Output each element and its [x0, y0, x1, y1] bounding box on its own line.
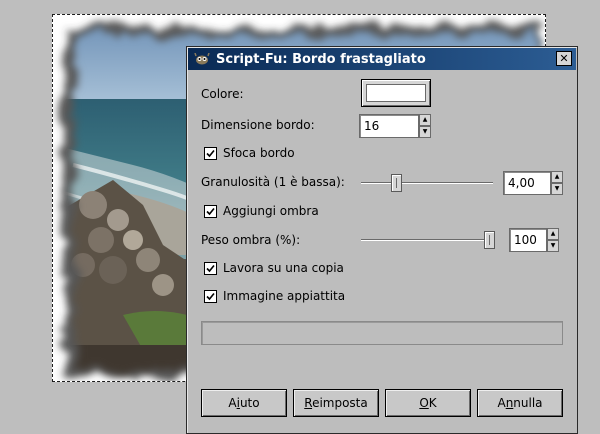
checkmark-icon	[206, 264, 215, 273]
shadow-weight-slider[interactable]	[361, 231, 495, 249]
border-size-field[interactable]: 16	[359, 114, 419, 138]
blur-border-label: Sfoca bordo	[223, 146, 295, 160]
close-button[interactable]: ✕	[556, 51, 572, 66]
slider-thumb[interactable]	[484, 231, 495, 249]
shadow-weight-spinner[interactable]: 100 ▲ ▼	[509, 228, 559, 252]
ok-button[interactable]: OK	[385, 389, 471, 417]
shadow-weight-label: Peso ombra (%):	[201, 233, 301, 247]
granularity-label: Granulosità (1 è bassa):	[201, 175, 345, 189]
help-button-label: Aiuto	[228, 396, 260, 410]
arrow-up-icon[interactable]: ▲	[551, 171, 563, 183]
ok-button-label: OK	[419, 396, 437, 410]
work-on-copy-label: Lavora su una copia	[223, 261, 344, 275]
reset-button[interactable]: Reimposta	[293, 389, 379, 417]
cancel-button-label: Annulla	[497, 396, 543, 410]
arrow-down-icon[interactable]: ▼	[419, 126, 431, 138]
arrow-up-icon[interactable]: ▲	[547, 228, 559, 240]
reset-button-label: Reimposta	[304, 396, 368, 410]
color-label: Colore:	[201, 87, 244, 101]
slider-track	[361, 182, 493, 184]
gimp-wilber-icon	[193, 52, 211, 66]
granularity-spinner[interactable]: 4,00 ▲ ▼	[503, 171, 563, 195]
color-swatch	[366, 84, 426, 102]
close-icon: ✕	[559, 52, 569, 65]
checkmark-icon	[206, 149, 215, 158]
blur-border-checkbox[interactable]	[204, 147, 217, 160]
jagged-border-dialog: Script-Fu: Bordo frastagliato ✕ Colore: …	[186, 46, 578, 434]
color-picker-button[interactable]	[361, 79, 431, 107]
arrow-up-icon[interactable]: ▲	[419, 114, 431, 126]
work-on-copy-checkbox[interactable]	[204, 262, 217, 275]
arrow-down-icon[interactable]: ▼	[551, 183, 563, 195]
add-shadow-checkbox[interactable]	[204, 205, 217, 218]
border-size-spinner[interactable]: 16 ▲ ▼	[359, 114, 431, 138]
slider-track	[361, 239, 495, 241]
dialog-titlebar[interactable]: Script-Fu: Bordo frastagliato ✕	[188, 48, 576, 70]
help-button[interactable]: Aiuto	[201, 389, 287, 417]
flatten-image-label: Immagine appiattita	[223, 289, 346, 303]
progress-bar	[201, 321, 563, 345]
dialog-title: Script-Fu: Bordo frastagliato	[216, 51, 426, 67]
granularity-slider[interactable]	[361, 174, 493, 192]
border-size-label: Dimensione bordo:	[201, 118, 315, 132]
checkmark-icon	[206, 207, 215, 216]
shadow-weight-field[interactable]: 100	[509, 228, 547, 252]
checkmark-icon	[206, 292, 215, 301]
cancel-button[interactable]: Annulla	[477, 389, 563, 417]
add-shadow-label: Aggiungi ombra	[223, 204, 319, 218]
arrow-down-icon[interactable]: ▼	[547, 240, 559, 252]
granularity-field[interactable]: 4,00	[503, 171, 551, 195]
slider-thumb[interactable]	[391, 174, 402, 192]
flatten-image-checkbox[interactable]	[204, 290, 217, 303]
